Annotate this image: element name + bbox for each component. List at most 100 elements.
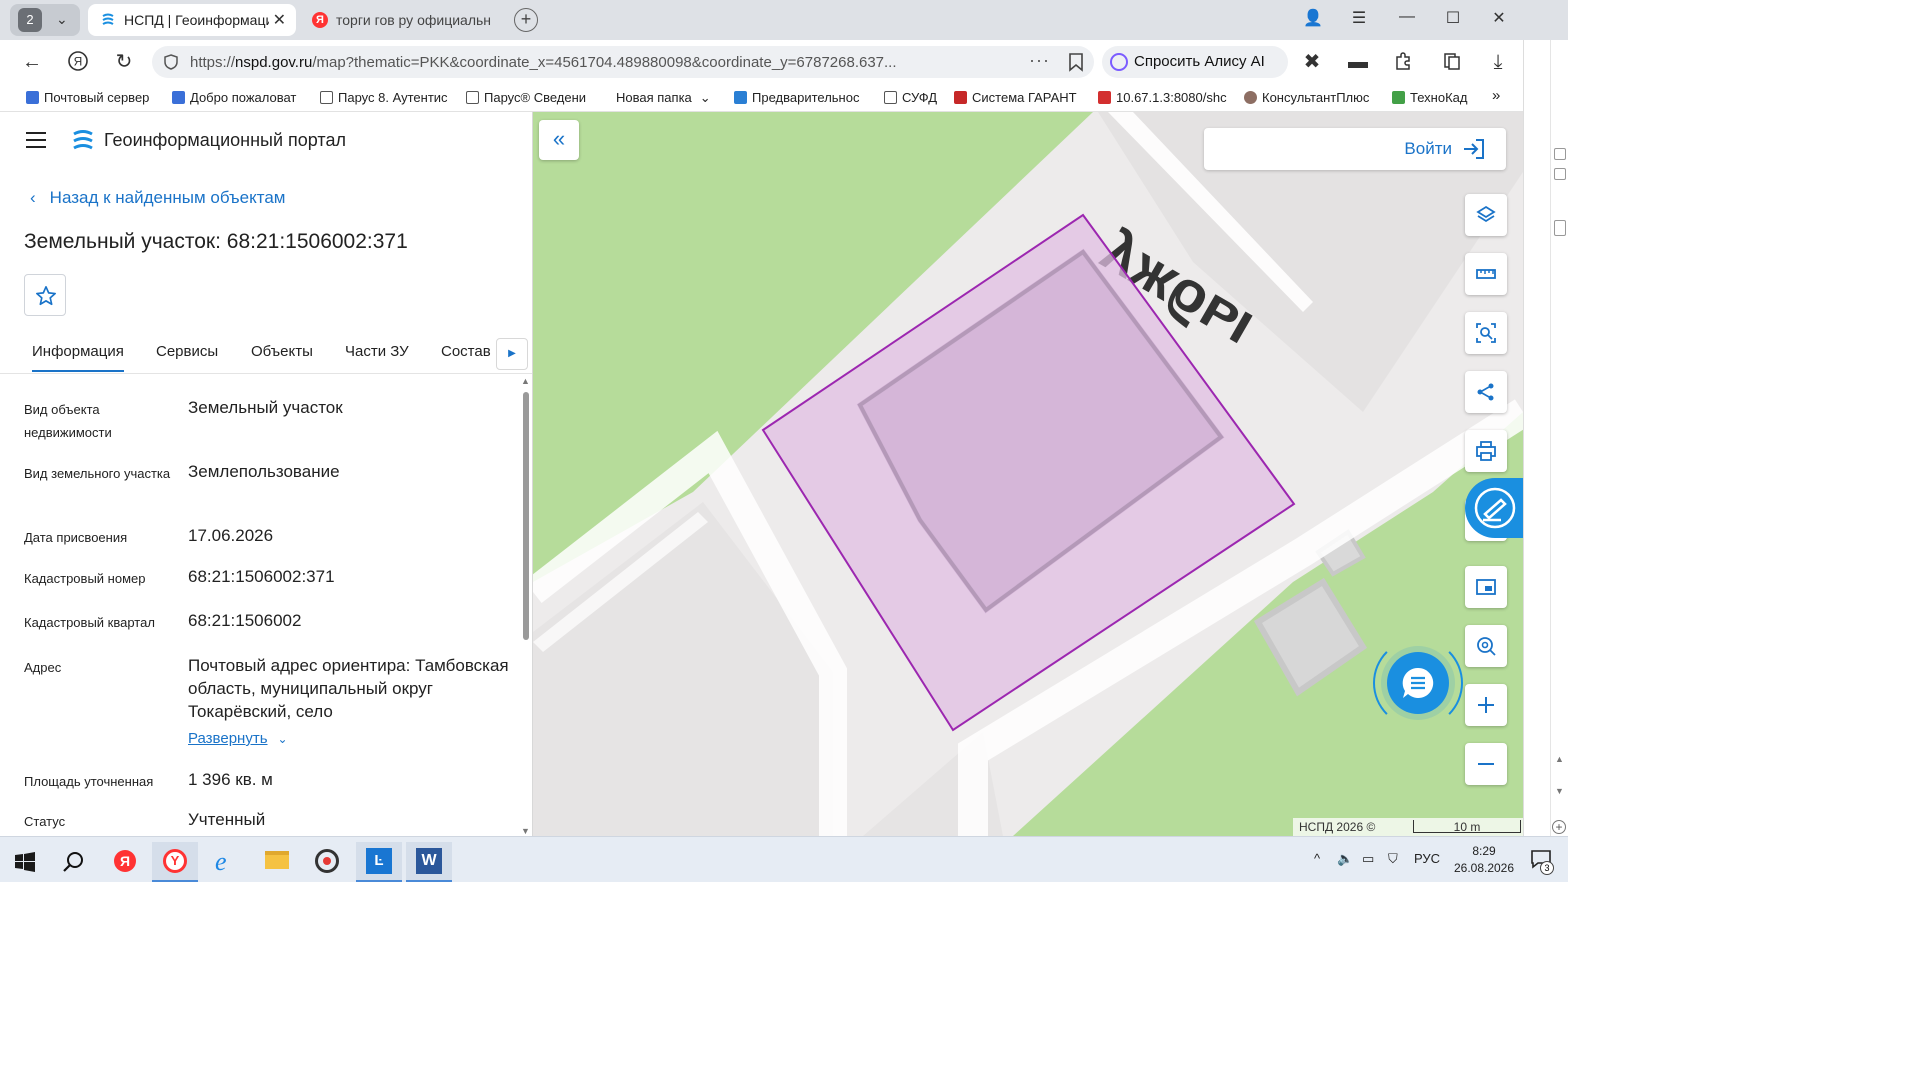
- collapse-panel-button[interactable]: «: [539, 120, 579, 160]
- yandex-home-icon[interactable]: Я: [66, 50, 90, 74]
- zoom-out-button[interactable]: [1465, 743, 1507, 785]
- login-icon: [1464, 139, 1484, 159]
- taskbar-explorer[interactable]: [254, 842, 300, 882]
- network-icon[interactable]: ▭: [1362, 851, 1374, 867]
- login-button[interactable]: Войти: [1204, 128, 1506, 170]
- taskbar-word[interactable]: W: [406, 842, 452, 882]
- alice-icon: [1110, 53, 1128, 71]
- attribute-value: 68:21:1506002:371: [188, 567, 335, 586]
- minimize-icon[interactable]: —: [1392, 8, 1422, 26]
- bookmark-item[interactable]: Предварительнос: [734, 90, 868, 105]
- address-bar[interactable]: https://nspd.gov.ru/map?thematic=PKK&coo…: [152, 46, 1094, 78]
- bookmark-item[interactable]: Парус® Сведени: [466, 90, 598, 105]
- share-button[interactable]: [1465, 371, 1507, 413]
- page-scroll-thumb[interactable]: [1554, 220, 1566, 236]
- clock[interactable]: 8:29 26.08.2026: [1448, 843, 1520, 877]
- collections-icon[interactable]: [1440, 50, 1464, 74]
- map-view[interactable]: ужбы « Войти НСПД 2026 © 10 m: [533, 112, 1523, 836]
- bird-icon: [734, 91, 747, 104]
- bookmark-item[interactable]: Почтовый сервер: [26, 90, 156, 105]
- volume-icon[interactable]: 🔈: [1337, 851, 1353, 867]
- map-canvas[interactable]: ужбы: [533, 112, 1523, 836]
- attributes-list: Вид объекта недвижимости Земельный участ…: [0, 374, 520, 836]
- chat-button[interactable]: [1387, 652, 1449, 714]
- taskbar-app[interactable]: [304, 842, 350, 882]
- reload-icon[interactable]: ↻: [112, 50, 136, 74]
- tabs-next-button[interactable]: ▶: [496, 338, 528, 370]
- taskbar-yandex-browser[interactable]: Я: [102, 842, 148, 882]
- sidebar-icon[interactable]: [1554, 148, 1566, 160]
- start-button[interactable]: [2, 842, 48, 882]
- tab-groups-button[interactable]: 2 ⌄: [10, 4, 80, 36]
- attribute-value: 68:21:1506002: [188, 611, 302, 630]
- feedback-button[interactable]: [1465, 478, 1523, 538]
- extension-icon[interactable]: ✖: [1300, 50, 1324, 74]
- back-to-results-link[interactable]: ‹ Назад к найденным объектам: [30, 188, 285, 208]
- bookmark-item[interactable]: 10.67.1.3:8080/shc: [1098, 90, 1232, 105]
- notifications-button[interactable]: 3: [1528, 847, 1554, 875]
- new-tab-button[interactable]: +: [514, 8, 538, 32]
- panel-scrollbar[interactable]: ▲ ▼: [520, 374, 532, 836]
- bookmark-item[interactable]: Добро пожаловат: [172, 90, 304, 105]
- favorite-button[interactable]: [24, 274, 66, 316]
- back-arrow-icon[interactable]: ←: [20, 50, 44, 74]
- tray-expand-icon[interactable]: ^: [1314, 851, 1320, 866]
- yandex-icon: Я: [114, 850, 136, 872]
- vpn-icon[interactable]: ▬: [1346, 50, 1370, 74]
- zoom-in-button[interactable]: [1465, 684, 1507, 726]
- bookmark-item[interactable]: ТехноКад: [1392, 90, 1476, 105]
- site-security-icon[interactable]: [162, 53, 180, 71]
- security-shield-icon[interactable]: ⛉: [1388, 851, 1398, 867]
- more-icon[interactable]: ···: [1029, 50, 1050, 71]
- scroll-up-icon[interactable]: ▲: [1555, 754, 1564, 764]
- puzzle-icon[interactable]: [1392, 50, 1416, 74]
- attribute-row: Площадь уточненная 1 396 кв. м: [0, 770, 520, 800]
- scroll-up-icon[interactable]: ▲: [521, 376, 530, 386]
- download-icon[interactable]: ⤓: [1486, 50, 1510, 74]
- hamburger-menu-icon[interactable]: [26, 132, 46, 148]
- print-button[interactable]: [1465, 430, 1507, 472]
- scroll-down-icon[interactable]: ▼: [521, 826, 530, 836]
- measure-button[interactable]: [1465, 253, 1507, 295]
- sidebar-icon[interactable]: [1554, 168, 1566, 180]
- tab-services[interactable]: Сервисы: [156, 343, 218, 360]
- attribute-value: 17.06.2026: [188, 526, 274, 545]
- attribute-value: Учтенный: [188, 810, 266, 829]
- taskbar-yandex-active[interactable]: Y: [152, 842, 198, 882]
- bookmark-folder[interactable]: Новая папка ⌄: [616, 90, 718, 106]
- tab-composition[interactable]: Состав: [441, 343, 491, 360]
- bookmark-item[interactable]: Система ГАРАНТ: [954, 90, 1086, 105]
- bookmark-icon[interactable]: [1068, 52, 1084, 72]
- maximize-icon[interactable]: ☐: [1438, 8, 1468, 28]
- minimap-button[interactable]: [1465, 566, 1507, 608]
- tab-objects[interactable]: Объекты: [251, 343, 313, 360]
- tab-title: торги гов ру официальн: [336, 12, 492, 28]
- add-icon[interactable]: +: [1552, 820, 1566, 834]
- taskbar-ie[interactable]: e: [204, 842, 250, 882]
- tab-nspd[interactable]: НСПД | Геоинформаци ✕: [88, 4, 296, 36]
- expand-link[interactable]: Развернуть ⌄: [188, 727, 513, 751]
- language-indicator[interactable]: РУС: [1414, 851, 1440, 866]
- area-search-button[interactable]: [1465, 312, 1507, 354]
- printer-icon: [1476, 441, 1496, 461]
- tab-information[interactable]: Информация: [32, 343, 124, 372]
- window-close-icon[interactable]: ✕: [1484, 8, 1514, 28]
- close-icon[interactable]: ✕: [273, 10, 286, 30]
- profile-icon[interactable]: 👤: [1298, 8, 1328, 28]
- ask-alice-button[interactable]: Спросить Алису AI: [1102, 46, 1288, 78]
- taskbar-app-active[interactable]: Ŀ: [356, 842, 402, 882]
- bookmark-item[interactable]: СУФД: [884, 90, 944, 105]
- menu-icon[interactable]: ☰: [1344, 8, 1374, 28]
- portal-logo-icon: [73, 130, 93, 150]
- attribute-row: Кадастровый номер 68:21:1506002:371: [0, 567, 520, 597]
- bookmark-item[interactable]: Парус 8. Аутентис: [320, 90, 452, 105]
- more-bookmarks-icon[interactable]: »: [1492, 87, 1500, 104]
- tab-parts[interactable]: Части ЗУ: [345, 343, 409, 360]
- bookmark-item[interactable]: КонсультантПлюс: [1244, 90, 1378, 105]
- scroll-thumb[interactable]: [523, 392, 529, 640]
- layers-button[interactable]: [1465, 194, 1507, 236]
- tab-torgi[interactable]: Я торги гов ру официальн: [300, 4, 500, 36]
- scroll-down-icon[interactable]: ▼: [1555, 786, 1564, 796]
- search-button[interactable]: [50, 842, 96, 882]
- geolocation-button[interactable]: [1465, 625, 1507, 667]
